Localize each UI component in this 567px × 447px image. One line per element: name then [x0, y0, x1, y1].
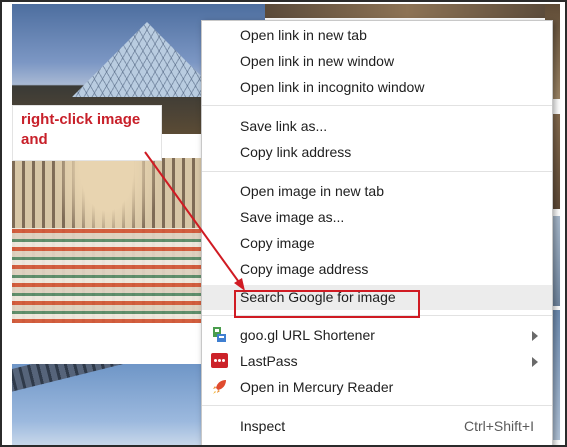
market-hall-image[interactable]: [12, 158, 202, 323]
bridge-image[interactable]: [12, 364, 202, 445]
menu-separator: [202, 405, 552, 406]
menu-item-label: Open link in new tab: [240, 27, 367, 43]
menu-item-mercury-reader[interactable]: Open in Mercury Reader: [202, 375, 552, 400]
context-menu: Open link in new tab Open link in new wi…: [201, 20, 553, 445]
menu-item-label: Open link in incognito window: [240, 79, 425, 95]
menu-item-label: Open image in new tab: [240, 183, 384, 199]
menu-item-label: Save link as...: [240, 118, 328, 134]
menu-item-open-link-new-tab[interactable]: Open link in new tab: [202, 23, 552, 48]
lastpass-icon: [211, 352, 228, 369]
menu-item-copy-image-address[interactable]: Copy image address: [202, 257, 552, 282]
menu-item-inspect[interactable]: Inspect Ctrl+Shift+I: [202, 414, 552, 439]
menu-item-label: Copy image: [240, 235, 315, 251]
menu-item-label: goo.gl URL Shortener: [240, 327, 375, 343]
annotation-text-line2: and: [21, 131, 48, 148]
menu-separator: [202, 171, 552, 172]
menu-item-label: Save image as...: [240, 209, 345, 225]
menu-item-label: Open in Mercury Reader: [240, 379, 394, 395]
search-google-highlight-box: [234, 290, 420, 318]
screenshot-frame: right-click image and Open link in new t…: [0, 0, 567, 447]
market-stalls: [12, 228, 202, 323]
menu-item-label: Copy image address: [240, 261, 369, 277]
menu-item-label: LastPass: [240, 353, 298, 369]
menu-item-save-link-as[interactable]: Save link as...: [202, 114, 552, 139]
menu-item-open-image-new-tab[interactable]: Open image in new tab: [202, 179, 552, 204]
menu-separator: [202, 105, 552, 106]
menu-item-label: Open link in new window: [240, 53, 395, 69]
submenu-arrow-icon: [532, 357, 538, 367]
background-image-top-strip: [265, 4, 550, 18]
menu-item-copy-image[interactable]: Copy image: [202, 231, 552, 256]
menu-item-lastpass[interactable]: LastPass: [202, 349, 552, 374]
bridge-deck: [12, 364, 202, 396]
menu-item-open-link-incognito[interactable]: Open link in incognito window: [202, 75, 552, 100]
menu-item-goo-gl-shortener[interactable]: goo.gl URL Shortener: [202, 323, 552, 348]
annotation-text-line1: right-click image: [21, 111, 141, 128]
menu-item-save-image-as[interactable]: Save image as...: [202, 205, 552, 230]
inspect-shortcut: Ctrl+Shift+I: [463, 418, 534, 434]
menu-item-copy-link-address[interactable]: Copy link address: [202, 140, 552, 165]
mercury-reader-rocket-icon: [211, 378, 228, 395]
submenu-arrow-icon: [532, 331, 538, 341]
menu-item-label: Inspect: [240, 418, 286, 434]
annotation-callout: right-click image and: [12, 105, 162, 161]
goo-gl-shortener-icon: [211, 326, 228, 343]
menu-item-open-link-new-window[interactable]: Open link in new window: [202, 49, 552, 74]
menu-item-label: Copy link address: [240, 144, 352, 160]
